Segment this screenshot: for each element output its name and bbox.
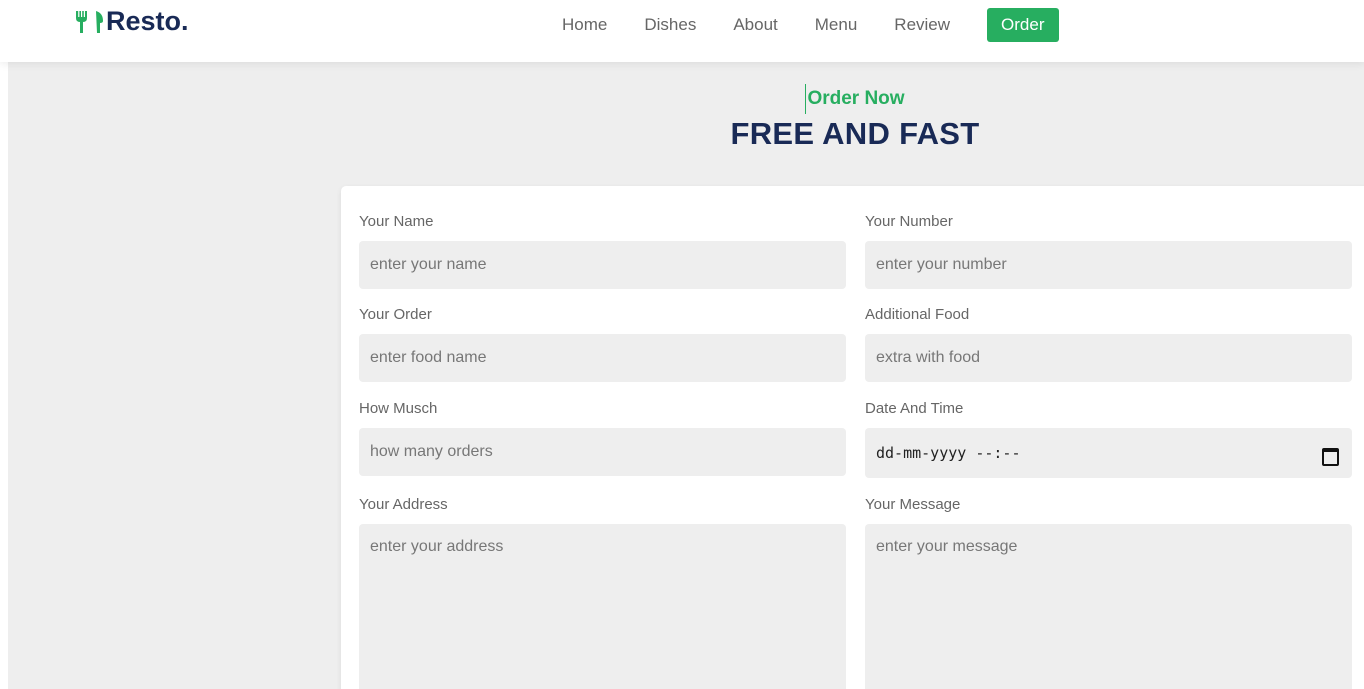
additional-field-group: Additional Food extra with food — [865, 306, 1352, 382]
nav-home[interactable]: Home — [562, 8, 607, 42]
number-label: Your Number — [865, 213, 953, 230]
additional-input[interactable]: extra with food — [865, 334, 1352, 382]
order-label: Your Order — [359, 306, 432, 323]
message-label: Your Message — [865, 496, 961, 513]
datetime-label: Date And Time — [865, 400, 964, 417]
number-input[interactable]: enter your number — [865, 241, 1352, 289]
additional-label: Additional Food — [865, 306, 970, 323]
nav-review[interactable]: Review — [894, 8, 950, 42]
number-field-group: Your Number enter your number — [865, 213, 1352, 289]
logo[interactable]: Resto. — [74, 6, 189, 37]
order-title: FREE AND FAST — [730, 116, 980, 151]
order-subheading: Order Now — [805, 84, 905, 114]
nav-menu[interactable]: Menu — [815, 8, 858, 42]
order-heading: Order Now FREE AND FAST — [700, 84, 1010, 152]
header: Resto. Home Dishes About Menu Review Ord… — [0, 0, 1364, 62]
quantity-input[interactable]: how many orders — [359, 428, 846, 476]
quantity-label: How Musch — [359, 400, 438, 417]
quantity-field-group: How Musch how many orders — [359, 400, 846, 476]
nav-about[interactable]: About — [733, 8, 777, 42]
nav-order[interactable]: Order — [987, 8, 1059, 42]
datetime-value: dd-mm-yyyy --:-- — [876, 444, 1021, 462]
address-label: Your Address — [359, 496, 448, 513]
logo-text: Resto. — [106, 6, 189, 36]
main-nav: Home Dishes About Menu Review Order — [562, 8, 1059, 42]
name-label: Your Name — [359, 213, 434, 230]
message-field-group: Your Message enter your message — [865, 496, 1352, 689]
calendar-icon[interactable] — [1322, 447, 1339, 466]
datetime-field-group: Date And Time dd-mm-yyyy --:-- — [865, 400, 1352, 478]
order-form: Your Name enter your name Your Number en… — [341, 186, 1364, 689]
utensils-icon — [76, 10, 103, 33]
message-textarea[interactable]: enter your message — [865, 524, 1352, 689]
nav-dishes[interactable]: Dishes — [644, 8, 696, 42]
address-field-group: Your Address enter your address — [359, 496, 846, 689]
datetime-input[interactable]: dd-mm-yyyy --:-- — [865, 428, 1352, 478]
name-field-group: Your Name enter your name — [359, 213, 846, 289]
left-edge — [0, 62, 8, 689]
name-input[interactable]: enter your name — [359, 241, 846, 289]
order-field-group: Your Order enter food name — [359, 306, 846, 382]
order-input[interactable]: enter food name — [359, 334, 846, 382]
address-textarea[interactable]: enter your address — [359, 524, 846, 689]
